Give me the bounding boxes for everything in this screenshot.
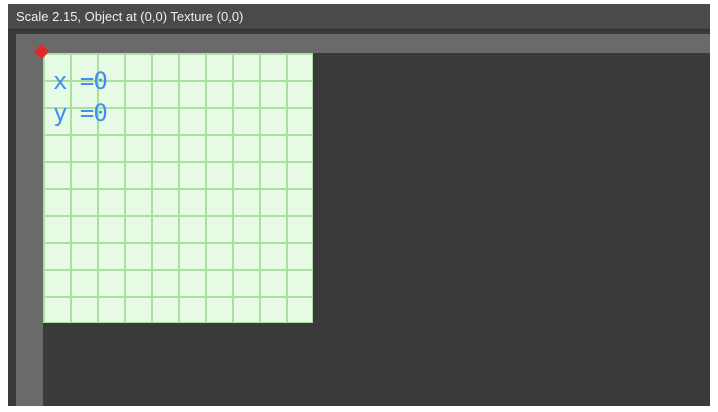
x-coordinate-readout: x =0 <box>53 67 108 95</box>
window-title: Scale 2.15, Object at (0,0) Texture (0,0… <box>16 9 244 24</box>
horizontal-ruler <box>16 34 710 53</box>
title-bar: Scale 2.15, Object at (0,0) Texture (0,0… <box>8 4 710 30</box>
texture-viewer-window: Scale 2.15, Object at (0,0) Texture (0,0… <box>8 4 710 406</box>
y-coordinate-readout: y =0 <box>53 99 108 127</box>
vertical-ruler <box>16 34 43 406</box>
